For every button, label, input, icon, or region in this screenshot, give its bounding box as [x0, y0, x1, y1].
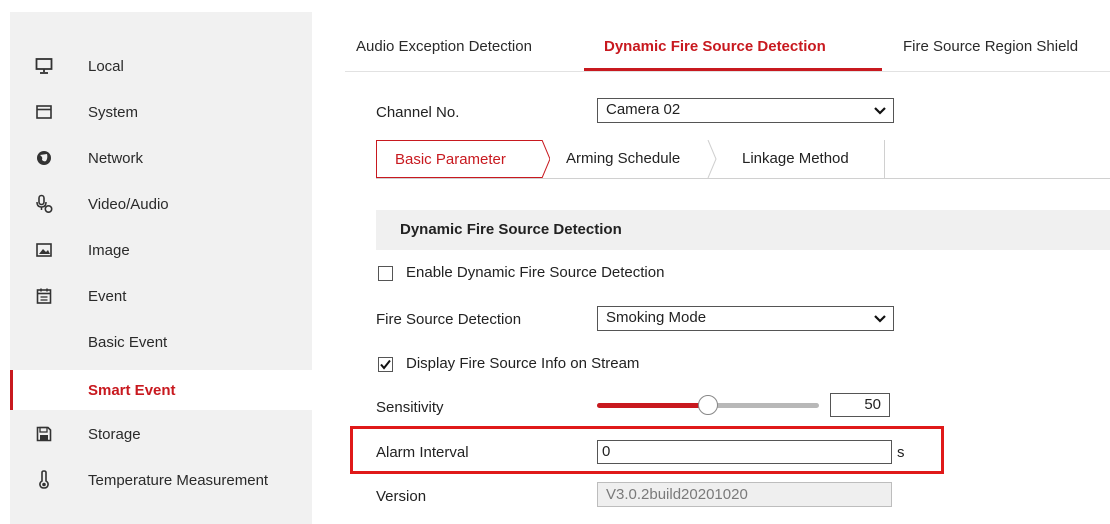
- subtab-arrow: [534, 140, 550, 178]
- video-audio-icon: [34, 194, 54, 214]
- channel-select[interactable]: Camera 02: [597, 98, 894, 123]
- network-globe-icon: [34, 148, 54, 168]
- fire-detection-label: Fire Source Detection: [376, 311, 522, 328]
- sidebar-item-image[interactable]: Image: [10, 232, 312, 268]
- sidebar-item-label: System: [88, 103, 139, 121]
- sidebar-item-label: Temperature Measurement: [88, 471, 269, 489]
- chevron-down-icon: [873, 103, 887, 117]
- calendar-event-icon: [34, 286, 54, 306]
- active-tab-underline: [584, 68, 882, 71]
- sidebar-item-basic-event[interactable]: Basic Event: [10, 324, 312, 360]
- chevron-down-icon: [873, 311, 887, 325]
- enable-detection-checkbox[interactable]: [378, 266, 393, 281]
- floppy-disk-icon: [34, 424, 54, 444]
- sidebar-item-network[interactable]: Network: [10, 140, 312, 176]
- sensitivity-slider-fill: [597, 403, 708, 408]
- image-icon: [34, 240, 54, 260]
- sidebar-item-label: Local: [88, 57, 124, 75]
- subtab-basic-parameter[interactable]: Basic Parameter: [376, 140, 542, 178]
- channel-label: Channel No.: [376, 104, 460, 121]
- fire-detection-select[interactable]: Smoking Mode: [597, 306, 894, 331]
- sidebar-item-label: Smart Event: [88, 381, 176, 399]
- version-label: Version: [376, 488, 427, 505]
- sidebar-item-label: Event: [88, 287, 127, 305]
- sidebar-item-label: Basic Event: [88, 333, 168, 351]
- thermometer-icon: [34, 470, 54, 490]
- tab-fire-source-region-shield[interactable]: Fire Source Region Shield: [903, 38, 1078, 55]
- sidebar-item-local[interactable]: Local: [10, 48, 312, 84]
- system-window-icon: [34, 102, 54, 122]
- sensitivity-label: Sensitivity: [376, 399, 444, 416]
- sidebar-item-event[interactable]: Event: [10, 278, 312, 314]
- subtab-separator: [707, 140, 717, 178]
- sidebar-item-smart-event[interactable]: Smart Event: [10, 370, 312, 410]
- section-title: Dynamic Fire Source Detection: [400, 221, 622, 238]
- sidebar-item-video-audio[interactable]: Video/Audio: [10, 186, 312, 222]
- sidebar-item-system[interactable]: System: [10, 94, 312, 130]
- sidebar-item-label: Image: [88, 241, 130, 259]
- subtab-linkage-method[interactable]: Linkage Method: [742, 140, 849, 178]
- sidebar-item-temperature-measurement[interactable]: Temperature Measurement: [10, 462, 312, 498]
- sidebar: Local System Network Video/Audio Image E…: [10, 12, 312, 524]
- tab-dynamic-fire-source-detection[interactable]: Dynamic Fire Source Detection: [604, 38, 826, 55]
- enable-detection-label: Enable Dynamic Fire Source Detection: [406, 264, 665, 281]
- subtab-arming-schedule[interactable]: Arming Schedule: [566, 140, 680, 178]
- active-indicator: [10, 370, 13, 410]
- fire-detection-select-value: Smoking Mode: [606, 309, 707, 326]
- display-info-label: Display Fire Source Info on Stream: [406, 355, 640, 372]
- sidebar-item-label: Storage: [88, 425, 141, 443]
- sidebar-item-label: Network: [88, 149, 144, 167]
- subtab-end-border: [884, 140, 885, 178]
- display-info-checkbox[interactable]: [378, 357, 393, 372]
- sidebar-item-label: Video/Audio: [88, 195, 169, 213]
- monitor-icon: [34, 56, 54, 76]
- checkmark-icon: [380, 359, 391, 370]
- version-field: V3.0.2build20201020: [597, 482, 892, 507]
- sensitivity-value-input[interactable]: 50: [830, 393, 890, 417]
- tabs-divider: [345, 71, 1110, 72]
- sidebar-item-storage[interactable]: Storage: [10, 416, 312, 452]
- highlight-box: [350, 426, 944, 474]
- tab-audio-exception-detection[interactable]: Audio Exception Detection: [356, 38, 532, 55]
- sensitivity-slider-thumb[interactable]: [698, 395, 718, 415]
- channel-select-value: Camera 02: [606, 101, 681, 118]
- section-header: Dynamic Fire Source Detection: [376, 210, 1110, 250]
